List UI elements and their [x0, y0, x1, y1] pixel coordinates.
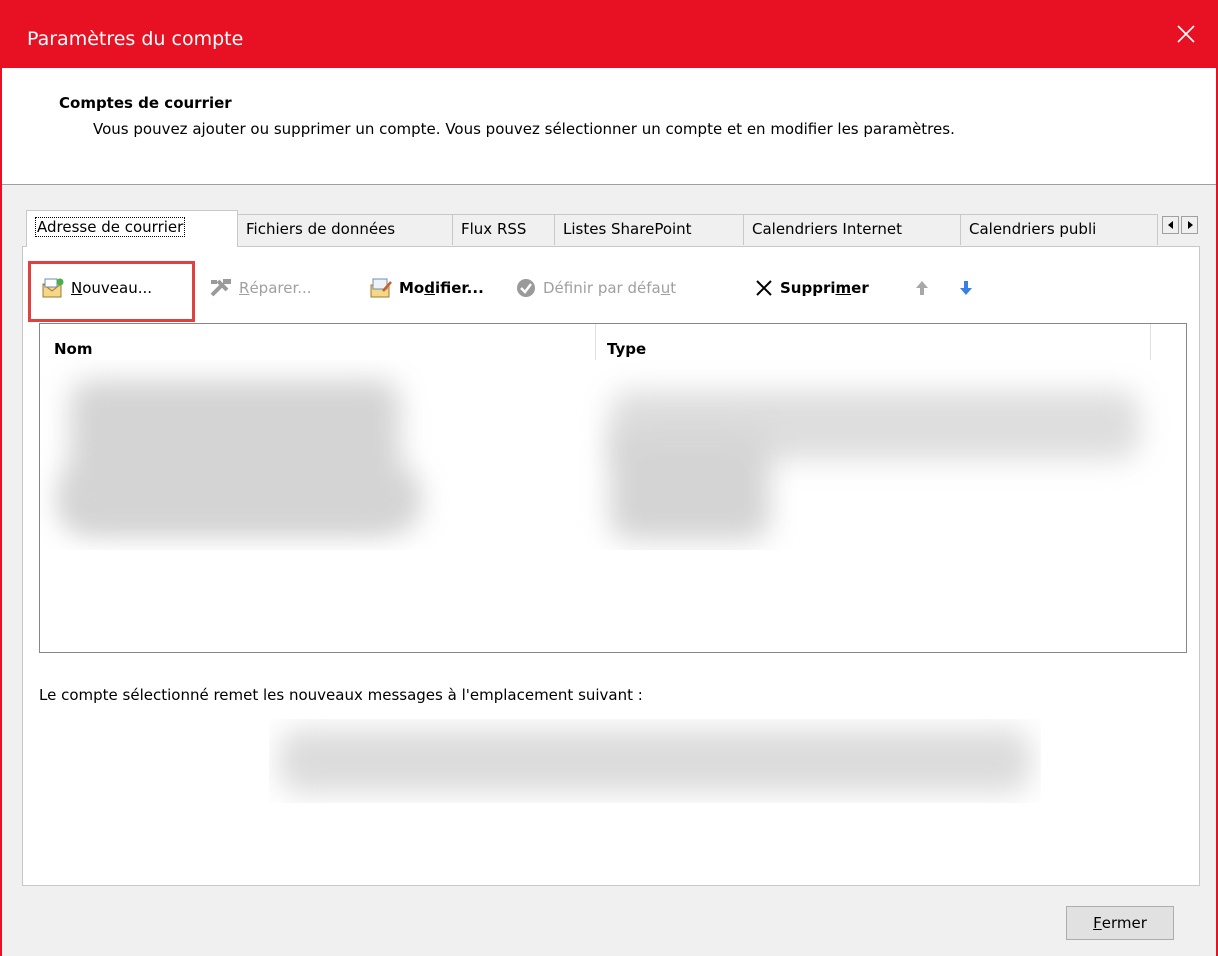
column-separator: [1150, 324, 1151, 360]
new-account-button[interactable]: Nouveau...: [41, 275, 152, 301]
redacted-location-text: [279, 729, 1031, 793]
tab-strip: Adresse de courrier Fichiers de données …: [22, 210, 1200, 247]
column-header-type[interactable]: Type: [607, 324, 1147, 360]
close-label-accel: F: [1093, 914, 1102, 932]
new-label-post: ouveau...: [82, 279, 153, 297]
column-header-name[interactable]: Nom: [54, 324, 594, 360]
tab-label: Calendriers Internet: [752, 220, 902, 238]
tab-published-calendars[interactable]: Calendriers publi: [960, 214, 1158, 245]
column-separator: [595, 324, 596, 360]
tab-internet-calendars[interactable]: Calendriers Internet: [743, 214, 961, 245]
window-title: Paramètres du compte: [27, 28, 244, 50]
tab-label: Fichiers de données: [246, 220, 396, 238]
tab-label: Flux RSS: [461, 220, 527, 238]
redacted-type-lower: [610, 430, 770, 540]
redacted-account-row[interactable]: [40, 360, 1186, 550]
close-button[interactable]: Fermer: [1066, 906, 1174, 940]
repair-button[interactable]: Réparer...: [209, 275, 312, 301]
new-label-accel: N: [71, 279, 83, 297]
close-icon: [1177, 25, 1195, 43]
move-down-button[interactable]: [959, 275, 973, 301]
close-window-button[interactable]: [1154, 0, 1218, 68]
arrow-down-icon: [960, 281, 972, 295]
delete-label-post: er: [851, 279, 869, 297]
repair-label-accel: R: [239, 279, 250, 297]
default-label-accel: u: [660, 279, 671, 297]
delete-x-icon: [754, 278, 774, 298]
title-bar: Paramètres du compte: [0, 0, 1218, 68]
tab-label: Listes SharePoint: [563, 220, 692, 238]
tab-scroll-left-button[interactable]: [1162, 216, 1179, 234]
delete-button[interactable]: Suppri m er: [754, 275, 869, 301]
arrow-up-icon: [916, 281, 928, 295]
arrow-right-icon: [1187, 221, 1193, 229]
tab-label: Adresse de courrier: [35, 217, 186, 237]
header-panel: Comptes de courrier Vous pouvez ajouter …: [2, 68, 1216, 185]
delete-label-pre: Suppri: [780, 279, 836, 297]
tools-icon: [209, 277, 233, 299]
modify-account-icon: [369, 277, 393, 299]
modify-button[interactable]: Mo d ifier...: [369, 275, 484, 301]
close-label-post: ermer: [1101, 914, 1147, 932]
header-title: Comptes de courrier: [59, 94, 232, 112]
delete-label-accel: m: [835, 279, 852, 297]
list-header: Nom Type: [40, 324, 1186, 360]
repair-label-post: éparer...: [249, 279, 312, 297]
tab-rss-feeds[interactable]: Flux RSS: [452, 214, 555, 245]
tab-data-files[interactable]: Fichiers de données: [237, 214, 453, 245]
modify-label-post: ifier...: [434, 279, 484, 297]
default-label-post: t: [670, 279, 677, 297]
set-default-button[interactable]: Définir par défa u t: [515, 275, 676, 301]
header-description: Vous pouvez ajouter ou supprimer un comp…: [93, 120, 955, 138]
modify-label-accel: d: [424, 279, 435, 297]
tab-scroll-right-button[interactable]: [1181, 216, 1198, 234]
move-up-button[interactable]: [915, 275, 929, 301]
new-mail-icon: [41, 277, 65, 299]
tab-sharepoint-lists[interactable]: Listes SharePoint: [554, 214, 744, 245]
accounts-list[interactable]: Nom Type: [39, 323, 1187, 653]
tab-panel-email-accounts: Nouveau... Réparer... Mo d ifier... Défi…: [22, 246, 1200, 886]
modify-label-pre: Mo: [399, 279, 425, 297]
tab-email-address[interactable]: Adresse de courrier: [26, 210, 238, 247]
redacted-name-lower: [60, 470, 420, 530]
check-circle-icon: [515, 277, 537, 299]
default-label-pre: Définir par défa: [543, 279, 661, 297]
delivery-location-label: Le compte sélectionné remet les nouveaux…: [39, 686, 643, 704]
tab-label: Calendriers publi: [969, 220, 1097, 238]
window-border-left: [0, 68, 2, 956]
redacted-delivery-location: [269, 719, 1041, 803]
arrow-left-icon: [1167, 221, 1173, 229]
